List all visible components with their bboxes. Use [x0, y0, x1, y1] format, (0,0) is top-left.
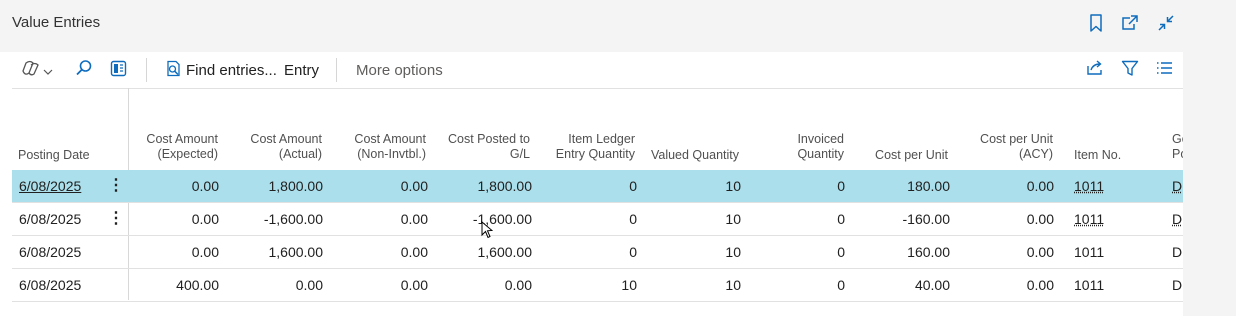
- cell-cost-noninvtbl: 0.00: [400, 244, 428, 260]
- cell-invoiced-quantity: 0: [837, 277, 845, 293]
- cell-invoiced-quantity: 0: [837, 178, 845, 194]
- collapse-icon[interactable]: [1155, 12, 1177, 34]
- layout-button[interactable]: [110, 55, 127, 85]
- entry-label: Entry: [284, 61, 320, 79]
- toolbar-divider: [146, 58, 147, 82]
- table-row[interactable]: 6/08/2025 ⋮ 0.00 -1,600.00 0.00 -1,600.0…: [12, 203, 1183, 236]
- more-options-label: More options: [356, 61, 443, 79]
- cell-cost-per-unit: 40.00: [914, 277, 950, 293]
- cell-cost-per-unit-acy: 0.00: [1026, 244, 1054, 260]
- chevron-down-icon: [43, 62, 53, 79]
- cell-posting-date[interactable]: 6/08/2025: [19, 170, 81, 203]
- cell-gen-posting[interactable]: D: [1172, 203, 1182, 236]
- find-entries-icon: [165, 60, 182, 81]
- page-title: Value Entries: [12, 14, 101, 31]
- value-entries-panel: Find entries... Entry More options Posti…: [0, 52, 1183, 316]
- cell-posting-date[interactable]: 6/08/2025: [19, 269, 81, 302]
- cell-item-no[interactable]: 1011: [1074, 203, 1104, 236]
- list-view-button[interactable]: [1156, 55, 1173, 85]
- grid-top-border: [12, 88, 1183, 89]
- copilot-menu-button[interactable]: [22, 55, 53, 85]
- more-options-button[interactable]: More options: [356, 55, 443, 85]
- cell-cost-expected: 400.00: [176, 277, 219, 293]
- open-new-window-icon[interactable]: [1119, 12, 1141, 34]
- share-icon: [1086, 60, 1104, 80]
- filter-icon: [1121, 60, 1139, 81]
- cell-cost-actual: -1,600.00: [263, 211, 323, 227]
- cell-valued-quantity: 10: [725, 277, 741, 293]
- cell-cost-expected: 0.00: [191, 244, 219, 260]
- search-icon: [75, 59, 93, 81]
- cell-cost-noninvtbl: 0.00: [400, 211, 428, 227]
- cell-ile-quantity: 0: [629, 178, 637, 194]
- cell-cost-expected: 0.00: [191, 211, 219, 227]
- col-header-valued-quantity[interactable]: Valued Quantity: [651, 148, 739, 163]
- cell-gen-posting[interactable]: D: [1172, 170, 1182, 203]
- cell-cost-per-unit-acy: 0.00: [1026, 277, 1054, 293]
- table-row[interactable]: 6/08/2025 400.00 0.00 0.00 0.00 10 10 0 …: [12, 269, 1183, 302]
- cell-posting-date[interactable]: 6/08/2025: [19, 236, 81, 269]
- cell-item-no[interactable]: 1011: [1074, 236, 1104, 269]
- col-header-cost-per-unit-acy[interactable]: Cost per Unit (ACY): [980, 132, 1053, 162]
- cell-gen-posting[interactable]: D: [1172, 269, 1182, 302]
- cell-cost-noninvtbl: 0.00: [400, 178, 428, 194]
- col-header-cost-actual[interactable]: Cost Amount (Actual): [250, 132, 322, 162]
- mouse-cursor-icon: [481, 220, 494, 244]
- cell-cost-actual: 1,800.00: [268, 178, 324, 194]
- cell-invoiced-quantity: 0: [837, 211, 845, 227]
- entry-menu-button[interactable]: Entry: [284, 55, 319, 85]
- table-row[interactable]: 6/08/2025 0.00 1,600.00 0.00 1,600.00 0 …: [12, 236, 1183, 269]
- cell-item-no[interactable]: 1011: [1074, 269, 1104, 302]
- col-header-cost-posted-gl[interactable]: Cost Posted to G/L: [448, 132, 530, 162]
- cell-invoiced-quantity: 0: [837, 244, 845, 260]
- col-header-cost-per-unit[interactable]: Cost per Unit: [875, 148, 948, 163]
- cell-gen-posting[interactable]: D: [1172, 236, 1182, 269]
- value-entries-grid: Posting Date Cost Amount (Expected) Cost…: [12, 88, 1183, 316]
- cell-cost-posted-gl: 1,800.00: [477, 178, 533, 194]
- cell-cost-per-unit-acy: 0.00: [1026, 178, 1054, 194]
- find-entries-button[interactable]: Find entries...: [165, 55, 277, 85]
- cell-ile-quantity: 0: [629, 244, 637, 260]
- col-header-cost-noninvtbl[interactable]: Cost Amount (Non-Invtbl.): [354, 132, 426, 162]
- cell-valued-quantity: 10: [725, 178, 741, 194]
- row-actions-icon[interactable]: ⋮: [108, 203, 124, 236]
- bookmark-icon[interactable]: [1085, 12, 1107, 34]
- cell-cost-expected: 0.00: [191, 178, 219, 194]
- copilot-icon: [22, 60, 40, 80]
- col-header-posting-date[interactable]: Posting Date: [18, 148, 90, 163]
- cell-cost-per-unit: 180.00: [907, 178, 950, 194]
- title-bar: Value Entries: [0, 0, 1236, 50]
- cell-posting-date[interactable]: 6/08/2025: [19, 203, 81, 236]
- share-button[interactable]: [1086, 55, 1104, 85]
- cell-ile-quantity: 10: [621, 277, 637, 293]
- col-header-ile-quantity[interactable]: Item Ledger Entry Quantity: [556, 132, 635, 162]
- cell-item-no[interactable]: 1011: [1074, 170, 1104, 203]
- cell-valued-quantity: 10: [725, 211, 741, 227]
- action-bar: Find entries... Entry More options: [0, 52, 1183, 88]
- cell-cost-actual: 1,600.00: [268, 244, 324, 260]
- col-header-item-no[interactable]: Item No.: [1074, 148, 1121, 163]
- cell-cost-per-unit: 160.00: [907, 244, 950, 260]
- cell-cost-per-unit: -160.00: [902, 211, 950, 227]
- find-entries-label: Find entries...: [186, 61, 277, 79]
- col-header-invoiced-quantity[interactable]: Invoiced Quantity: [797, 132, 844, 162]
- cell-ile-quantity: 0: [629, 211, 637, 227]
- cell-cost-posted-gl: 0.00: [504, 277, 532, 293]
- toolbar-divider: [336, 58, 337, 82]
- layout-icon: [110, 60, 127, 81]
- list-icon: [1156, 61, 1173, 79]
- cell-cost-per-unit-acy: 0.00: [1026, 211, 1054, 227]
- cell-cost-actual: 0.00: [295, 277, 323, 293]
- col-header-cost-expected[interactable]: Cost Amount (Expected): [146, 132, 218, 162]
- search-button[interactable]: [75, 55, 93, 85]
- row-actions-icon[interactable]: ⋮: [108, 170, 124, 203]
- col-header-gen-posting[interactable]: Ge Po: [1172, 132, 1183, 162]
- cell-cost-noninvtbl: 0.00: [400, 277, 428, 293]
- table-row[interactable]: 6/08/2025 ⋮ 0.00 1,800.00 0.00 1,800.00 …: [12, 170, 1183, 203]
- cell-valued-quantity: 10: [725, 244, 741, 260]
- filter-button[interactable]: [1121, 55, 1139, 85]
